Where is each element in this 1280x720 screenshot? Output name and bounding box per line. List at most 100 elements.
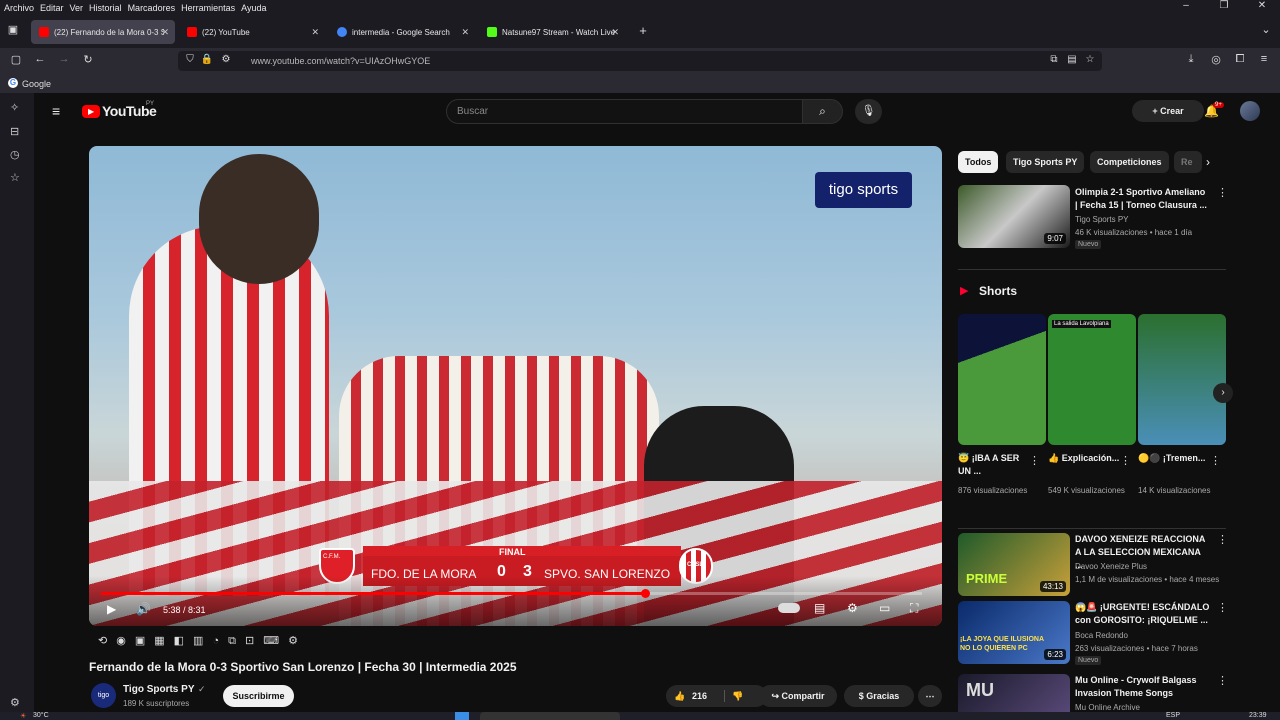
speed-icon[interactable]: ◔: [212, 635, 228, 647]
dislike-icon[interactable]: 👎: [732, 685, 743, 707]
permissions-icon[interactable]: ⚙: [218, 54, 234, 65]
create-button[interactable]: + Crear: [1132, 100, 1204, 122]
subtitles-icon[interactable]: ▤: [814, 601, 825, 615]
menu-archivo[interactable]: Archivo: [4, 3, 34, 13]
rec-thumbnail[interactable]: PRIME 43:13: [958, 533, 1070, 596]
menu-ayuda[interactable]: Ayuda: [241, 3, 266, 13]
settings-icon[interactable]: ⚙: [847, 601, 858, 615]
shorts-next-icon[interactable]: ›: [1213, 383, 1233, 403]
like-count[interactable]: 216: [692, 685, 707, 707]
list-tabs-icon[interactable]: ⌄: [1258, 23, 1274, 36]
audio-icon[interactable]: ◉: [116, 635, 135, 647]
menu-historial[interactable]: Historial: [89, 3, 122, 13]
short-title[interactable]: 🟡⚫ ¡Tremen...: [1138, 452, 1214, 465]
autoplay-toggle[interactable]: [778, 603, 800, 613]
more-options-icon[interactable]: ⋮: [1217, 601, 1228, 614]
rec-channel[interactable]: Davoo Xeneize Plus: [1075, 560, 1147, 573]
start-icon[interactable]: [455, 712, 469, 720]
hamburger-menu-icon[interactable]: ≡: [52, 103, 60, 119]
back-icon[interactable]: ←: [32, 53, 48, 65]
bookmark-star-icon[interactable]: ☆: [1082, 54, 1098, 65]
youtube-logo-icon[interactable]: ▶: [82, 105, 100, 118]
rec-title[interactable]: 😱🚨 ¡URGENTE! ESCÁNDALO con GOROSITO: ¡RI…: [1075, 601, 1210, 627]
pip-icon[interactable]: ⧉: [228, 635, 245, 647]
rec-title[interactable]: Mu Online - Crywolf Balgass Invasion The…: [1075, 674, 1210, 700]
share-button[interactable]: ↪ Compartir: [759, 685, 837, 707]
chevron-right-icon[interactable]: ›: [1206, 155, 1210, 169]
address-bar[interactable]: ⛉ 🔒 ⚙ www.youtube.com/watch?v=UIAzOHwGYO…: [178, 51, 1102, 71]
maximize-icon[interactable]: ❐: [1208, 0, 1240, 16]
film-icon[interactable]: ▦: [154, 635, 173, 647]
menu-ver[interactable]: Ver: [70, 3, 84, 13]
tab-kick-stream[interactable]: Natsune97 Stream - Watch Live ✕: [479, 20, 625, 44]
search-button[interactable]: ⌕: [802, 99, 843, 124]
synced-tabs-icon[interactable]: ⊟: [10, 125, 19, 138]
new-tab-icon[interactable]: +: [635, 23, 651, 38]
play-icon[interactable]: ▶: [107, 602, 116, 616]
theater-mode-icon[interactable]: ▭: [879, 601, 890, 615]
more-actions-button[interactable]: ⋯: [918, 685, 942, 707]
popup-icon[interactable]: ▣: [135, 635, 154, 647]
forward-icon[interactable]: →: [56, 53, 72, 65]
mini-player-icon[interactable]: ◧: [174, 635, 193, 647]
close-tab-icon[interactable]: ✕: [461, 27, 469, 38]
screenshot-icon[interactable]: ⊡: [245, 635, 263, 647]
shield-icon[interactable]: ⛉: [182, 54, 198, 65]
rec-thumbnail[interactable]: 9:07: [958, 185, 1070, 248]
short-title[interactable]: 👍 Explicación...: [1048, 452, 1124, 465]
avatar[interactable]: [1240, 101, 1260, 121]
thanks-button[interactable]: $ Gracias: [844, 685, 914, 707]
reader-icon[interactable]: ▤: [1064, 54, 1080, 65]
voice-search-button[interactable]: 🎙: [855, 99, 882, 124]
fullscreen-icon[interactable]: ⛶: [910, 601, 918, 616]
tab-overview-icon[interactable]: ▣: [5, 23, 21, 36]
channel-avatar[interactable]: tigo: [91, 683, 116, 708]
subscribe-button[interactable]: Suscribirme: [223, 685, 294, 707]
video-frame[interactable]: tigo sports FINAL C.F.M. FDO. DE LA MORA…: [89, 146, 942, 626]
menu-marcadores[interactable]: Marcadores: [128, 3, 176, 13]
minimize-icon[interactable]: –: [1170, 0, 1202, 16]
close-tab-icon[interactable]: ✕: [311, 27, 319, 38]
bookmarks-icon[interactable]: ☆: [10, 171, 20, 184]
progress-bar[interactable]: [101, 589, 922, 598]
chip-competiciones[interactable]: Competiciones: [1090, 151, 1169, 173]
tab-youtube[interactable]: (22) YouTube ✕: [179, 20, 325, 44]
channel-name[interactable]: Tigo Sports PY: [123, 684, 195, 695]
more-options-icon[interactable]: ⋮: [1217, 533, 1228, 546]
chip-more[interactable]: Re: [1174, 151, 1202, 173]
loop-icon[interactable]: ⟲: [98, 635, 116, 647]
like-icon[interactable]: 👍: [674, 685, 685, 707]
more-options-icon[interactable]: ⋮: [1217, 674, 1228, 687]
ai-chat-icon[interactable]: ✧: [10, 101, 19, 114]
more-options-icon[interactable]: ⋮: [1029, 454, 1040, 467]
chip-todos[interactable]: Todos: [958, 151, 999, 173]
extensions-icon[interactable]: ⧠: [1232, 53, 1248, 66]
pip-icon[interactable]: ⧉: [1046, 54, 1062, 65]
rec-title[interactable]: Olimpia 2-1 Sportivo Ameliano | Fecha 15…: [1075, 186, 1210, 212]
app-menu-icon[interactable]: ≡: [1256, 53, 1272, 65]
short-thumbnail[interactable]: [958, 314, 1046, 445]
ext-settings-icon[interactable]: ⚙: [288, 635, 307, 647]
close-tab-icon[interactable]: ✕: [161, 27, 169, 38]
history-icon[interactable]: ◷: [10, 148, 20, 161]
keyboard-icon[interactable]: ⌨: [263, 635, 288, 647]
reload-icon[interactable]: ↻: [80, 53, 96, 66]
chip-tigo-sports[interactable]: Tigo Sports PY: [1006, 151, 1085, 173]
rec-channel[interactable]: Boca Redondo: [1075, 629, 1128, 642]
short-thumbnail[interactable]: [1138, 314, 1226, 445]
close-window-icon[interactable]: ✕: [1246, 0, 1278, 16]
bookmark-google[interactable]: Google: [22, 79, 51, 89]
video-player[interactable]: tigo sports FINAL C.F.M. FDO. DE LA MORA…: [89, 146, 942, 626]
scrubber-handle[interactable]: [640, 589, 650, 598]
lock-icon[interactable]: 🔒: [199, 54, 215, 65]
rec-channel[interactable]: Tigo Sports PY: [1075, 213, 1129, 226]
sidebar-toggle-icon[interactable]: ▢: [8, 53, 24, 66]
cinema-icon[interactable]: ▥: [193, 635, 212, 647]
more-options-icon[interactable]: ⋮: [1217, 186, 1228, 199]
customize-icon[interactable]: ⚙: [10, 696, 20, 709]
tab-google-search[interactable]: intermedia - Google Search ✕: [329, 20, 475, 44]
account-icon[interactable]: ◎: [1208, 53, 1224, 66]
menu-editar[interactable]: Editar: [40, 3, 64, 13]
tab-fernando[interactable]: (22) Fernando de la Mora 0-3 S ✕: [31, 20, 175, 44]
more-options-icon[interactable]: ⋮: [1120, 454, 1131, 467]
